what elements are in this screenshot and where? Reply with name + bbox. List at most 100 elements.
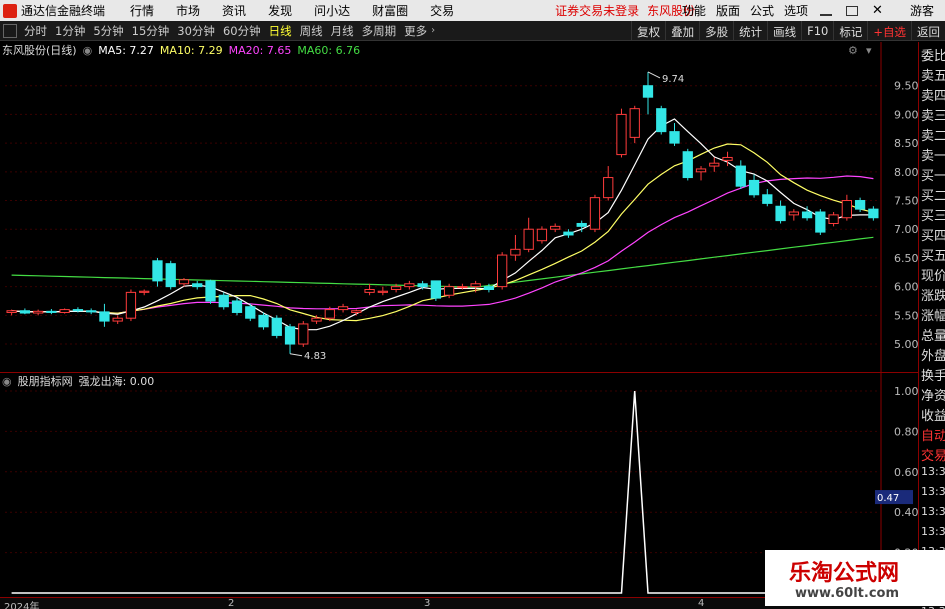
menu-shichang[interactable]: 市场 — [165, 2, 211, 19]
menu-jiaoyi[interactable]: 交易 — [419, 2, 465, 19]
price-tick-label: 7.00 — [894, 223, 918, 236]
side-item: 外盘 — [921, 349, 945, 364]
candle-body — [231, 300, 243, 313]
tab-multi-period[interactable]: 多周期 — [358, 23, 401, 39]
candle-body — [656, 108, 667, 133]
candle-body — [616, 113, 627, 156]
side-item: 13:38 — [921, 465, 945, 478]
chevron-right-icon[interactable]: › — [431, 25, 435, 36]
tab-daily[interactable]: 日线 — [265, 23, 296, 39]
tab-monthly[interactable]: 月线 — [327, 23, 358, 39]
button-add-favorite[interactable]: +自选 — [867, 21, 911, 41]
price-tick-label: 6.00 — [894, 281, 918, 294]
tab-fenshi[interactable]: 分时 — [20, 23, 51, 39]
tab-60min[interactable]: 60分钟 — [219, 23, 265, 39]
low-price-label: 4.83 — [304, 351, 326, 362]
tab-1min[interactable]: 1分钟 — [51, 23, 89, 39]
side-item: 现价 — [921, 269, 945, 284]
tab-more[interactable]: 更多 — [400, 23, 431, 39]
menu-gongshi[interactable]: 公式 — [745, 2, 779, 19]
button-f10[interactable]: F10 — [801, 21, 833, 41]
candle-body — [457, 286, 468, 289]
tab-5min[interactable]: 5分钟 — [89, 23, 127, 39]
minimize-icon[interactable] — [819, 6, 832, 16]
menu-gongneng[interactable]: 功能 — [677, 2, 711, 19]
side-item: 自动 — [921, 429, 945, 444]
side-item: 卖五 — [921, 69, 945, 84]
candle-body — [46, 310, 57, 313]
date-label-mar: 3 — [424, 598, 431, 609]
tab-30min[interactable]: 30分钟 — [173, 23, 219, 39]
candle-body — [682, 151, 693, 179]
watermark: 乐淘公式网 www.60lt.com — [765, 550, 945, 606]
ma60-line — [11, 236, 874, 288]
side-item: 净资 — [921, 389, 945, 404]
side-item: 卖三 — [921, 109, 945, 124]
low-marker-line — [289, 353, 303, 357]
tab-weekly[interactable]: 周线 — [296, 23, 327, 39]
button-biaoji[interactable]: 标记 — [833, 21, 867, 41]
candle-body — [112, 317, 123, 322]
close-icon[interactable]: ✕ — [872, 4, 884, 17]
side-item: 卖四 — [921, 89, 945, 104]
price-tick-label: 5.00 — [894, 338, 918, 351]
candle-body — [762, 194, 773, 204]
candle-body — [192, 283, 203, 288]
panel-toggle-icon[interactable] — [3, 23, 17, 38]
ma5-line — [11, 118, 874, 331]
candle-body — [801, 211, 813, 219]
tab-15min[interactable]: 15分钟 — [128, 23, 174, 39]
candle-body — [841, 200, 852, 219]
candle-body — [271, 317, 282, 336]
kline-svg: 9.50 9.00 8.50 8.00 7.50 7.00 6.50 6.00 5.50 5.00… — [5, 42, 918, 372]
side-item: 换手 — [921, 369, 945, 384]
candle-body — [6, 310, 17, 313]
button-duogu[interactable]: 多股 — [699, 21, 733, 41]
guest-login[interactable]: 游客 — [905, 2, 939, 19]
button-huaxian[interactable]: 画线 — [767, 21, 801, 41]
candle-body — [536, 228, 548, 242]
candle-body — [443, 286, 455, 296]
menu-hangqing[interactable]: 行情 — [119, 2, 165, 19]
button-tongji[interactable]: 统计 — [733, 21, 767, 41]
app-name: 通达信金融终端 — [21, 4, 106, 18]
price-tick-label: 8.50 — [894, 137, 918, 150]
high-price-label: 9.74 — [662, 74, 684, 85]
side-item: 卖一 — [921, 149, 945, 164]
menu-banmian[interactable]: 版面 — [711, 2, 745, 19]
candle-body — [218, 294, 229, 308]
candle-body — [603, 177, 614, 199]
button-fuquan[interactable]: 复权 — [631, 21, 665, 41]
menu-xuanxiang[interactable]: 选项 — [779, 2, 813, 19]
candle-body — [351, 310, 362, 313]
candle-body — [510, 248, 521, 256]
indicator-line — [11, 390, 874, 594]
menu-caifuquan[interactable]: 财富圈 — [361, 2, 419, 19]
menu-wenxiaoda[interactable]: 问小达 — [303, 2, 361, 19]
side-item: 收益 — [921, 409, 945, 424]
watermark-url: www.60lt.com — [795, 586, 900, 601]
candle-body — [19, 310, 31, 314]
candle-body — [59, 309, 70, 313]
side-item: 涨跌 — [921, 289, 945, 304]
side-item: 委比 — [921, 49, 945, 64]
menu-zixun[interactable]: 资讯 — [211, 2, 257, 19]
candle-body — [854, 200, 866, 210]
candle-body — [523, 228, 534, 250]
indicator-tick-label: 1.00 — [894, 385, 918, 398]
indicator-tick-label: 0.60 — [894, 466, 918, 479]
candle-body — [377, 290, 388, 293]
candle-body — [337, 306, 349, 311]
candle-body — [695, 168, 707, 173]
side-item: 13:38 — [921, 505, 945, 518]
kline-chart[interactable]: 东风股份(日线) ◉ MA5: 7.27 MA10: 7.29 MA20: 7.… — [0, 42, 945, 372]
date-label-2024: 2024年 — [4, 602, 40, 609]
candle-body — [868, 208, 879, 219]
button-diejia[interactable]: 叠加 — [665, 21, 699, 41]
menu-faxian[interactable]: 发现 — [257, 2, 303, 19]
trade-login-warning[interactable]: 证券交易未登录 — [555, 2, 639, 19]
button-back[interactable]: 返回 — [911, 21, 945, 41]
candle-body — [642, 85, 654, 98]
candle-body — [245, 306, 256, 319]
maximize-icon[interactable] — [845, 5, 858, 16]
